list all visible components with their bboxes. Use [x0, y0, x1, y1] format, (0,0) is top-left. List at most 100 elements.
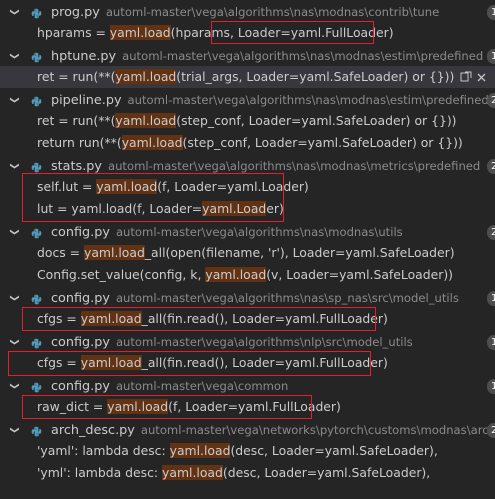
match-count-badge: 2: [487, 93, 495, 108]
chevron-down-icon[interactable]: ❯: [4, 294, 24, 302]
result-file-row[interactable]: ❯ pipeline.py automl-master\vega\algorithm…: [0, 90, 495, 110]
match-prefix: Config.set_value(config, k,: [37, 267, 206, 282]
match-prefix: ret = run(**(: [37, 69, 116, 84]
match-highlight: yaml.load: [205, 267, 267, 282]
file-name-text: config.py: [51, 379, 110, 394]
match-suffix: (step_conf, Loader=yaml.SafeLoader) or {…: [182, 135, 463, 150]
file-name: config.py automl-master\vega\algorithms\n…: [51, 288, 459, 308]
match-suffix: (f, Loader=yaml.Loader): [157, 179, 309, 194]
result-file-row[interactable]: ❯ config.py automl-master\vega\algorithms\…: [0, 222, 495, 242]
file-name: config.py automl-master\vega\common: [51, 376, 288, 396]
chevron-down-icon[interactable]: ❯: [4, 96, 24, 104]
match-line[interactable]: cfgs = yaml.load_all(fin.read(), Loader=…: [0, 308, 495, 330]
match-prefix: 'yaml': lambda desc:: [37, 443, 170, 458]
match-text: lut = yaml.load(f, Loader=yaml.Loader): [37, 198, 284, 220]
dismiss-icon[interactable]: [476, 72, 487, 83]
match-text: Config.set_value(config, k, yaml.load(v,…: [37, 264, 453, 286]
file-name-text: config.py: [51, 225, 110, 240]
match-suffix: _all(open(filename, 'r'), Loader=yaml.Sa…: [144, 245, 455, 260]
result-file-row[interactable]: ❯ config.py automl-master\vega\algorithms\…: [0, 332, 495, 352]
python-file-icon: [31, 51, 42, 63]
chevron-down-icon[interactable]: ❯: [4, 228, 24, 236]
match-suffix: (hparams, Loader=yaml.FullLoader): [170, 25, 394, 40]
match-highlight: yaml.load: [115, 69, 177, 84]
python-file-icon: [31, 337, 42, 349]
match-prefix: raw_dict =: [37, 399, 108, 414]
match-count-badge: 2: [487, 423, 495, 438]
match-line[interactable]: self.lut = yaml.load(f, Loader=yaml.Load…: [0, 176, 495, 198]
match-text: return run(**(yaml.load(step_conf, Loade…: [37, 132, 463, 154]
result-file-row[interactable]: ❯ config.py automl-master\vega\algorithms\…: [0, 288, 495, 308]
result-file-row[interactable]: ❯ prog.py automl-master\vega\algorithms\na…: [0, 2, 495, 22]
match-prefix: hparams =: [37, 25, 110, 40]
match-line[interactable]: Config.set_value(config, k, yaml.load(v,…: [0, 264, 495, 286]
match-prefix: lut = yaml.load(f, Loader=: [37, 201, 203, 216]
result-file-row[interactable]: ❯ arch_desc.py automl-master\vega\networks…: [0, 420, 495, 440]
match-prefix: 'yml': lambda desc:: [37, 465, 163, 480]
match-line[interactable]: raw_dict = yaml.load(f, Loader=yaml.Full…: [0, 396, 495, 418]
match-line[interactable]: hparams = yaml.load(hparams, Loader=yaml…: [0, 22, 495, 44]
match-suffix: (f, Loader=yaml.FullLoader): [168, 399, 341, 414]
file-path: automl-master\vega\common: [115, 379, 289, 393]
file-path: automl-master\vega\algorithms\nas\modnas…: [122, 49, 484, 63]
chevron-down-icon[interactable]: ❯: [4, 162, 24, 170]
match-highlight: yaml.load: [169, 443, 231, 458]
python-file-icon: [31, 293, 42, 305]
match-text: hparams = yaml.load(hparams, Loader=yaml…: [37, 22, 394, 44]
match-prefix: ret = run(**(: [37, 113, 116, 128]
match-text: docs = yaml.load_all(open(filename, 'r')…: [37, 242, 455, 264]
file-path: automl-master\vega\algorithms\nas\sp_nas…: [115, 291, 459, 305]
match-text: cfgs = yaml.load_all(fin.read(), Loader=…: [37, 308, 388, 330]
match-line[interactable]: ret = run(**(yaml.load(step_conf, Loader…: [0, 110, 495, 132]
match-text: ret = run(**(yaml.load(step_conf, Loader…: [37, 110, 457, 132]
python-file-icon: [31, 381, 42, 393]
file-name-text: config.py: [51, 291, 110, 306]
match-highlight: yaml.load: [80, 311, 142, 326]
match-text: self.lut = yaml.load(f, Loader=yaml.Load…: [37, 176, 309, 198]
match-suffix: (v, Loader=yaml.SafeLoader)): [266, 267, 454, 282]
match-prefix: cfgs =: [37, 355, 81, 370]
match-line[interactable]: lut = yaml.load(f, Loader=yaml.Loader): [0, 198, 495, 220]
file-name: arch_desc.py automl-master\vega\networks\…: [51, 420, 495, 440]
file-path: automl-master\vega\algorithms\nas\modnas…: [127, 93, 489, 107]
match-text: ret = run(**(yaml.load(trial_args, Loade…: [37, 66, 454, 88]
match-line[interactable]: ret = run(**(yaml.load(trial_args, Loade…: [0, 66, 495, 88]
match-line[interactable]: cfgs = yaml.load_all(fin.read(), Loader=…: [0, 352, 495, 374]
match-line[interactable]: docs = yaml.load_all(open(filename, 'r')…: [0, 242, 495, 264]
match-highlight: yaml.load: [121, 135, 183, 150]
match-suffix: _all(fin.read(), Loader=yaml.FullLoader): [141, 311, 388, 326]
match-suffix: _all(fin.read(), Loader=yaml.FullLoader): [141, 355, 388, 370]
file-path: automl-master\vega\algorithms\nas\modnas…: [115, 225, 403, 239]
match-text: raw_dict = yaml.load(f, Loader=yaml.Full…: [37, 396, 341, 418]
replace-icon[interactable]: [460, 71, 472, 83]
match-prefix: self.lut =: [37, 179, 97, 194]
match-line[interactable]: 'yml': lambda desc: yaml.load(desc, Load…: [0, 462, 495, 484]
chevron-down-icon[interactable]: ❯: [4, 426, 24, 434]
match-suffix: (step_conf, Loader=yaml.SafeLoader) or {…: [176, 113, 457, 128]
result-file-row[interactable]: ❯ stats.py automl-master\vega\algorithms\n…: [0, 156, 495, 176]
chevron-down-icon[interactable]: ❯: [4, 52, 24, 60]
file-name: prog.py automl-master\vega\algorithms\nas…: [51, 2, 439, 22]
match-count-badge: 1: [487, 49, 495, 64]
match-prefix: return run(**(: [37, 135, 122, 150]
match-text: 'yaml': lambda desc: yaml.load(desc, Loa…: [37, 440, 438, 462]
file-path: automl-master\vega\networks\pytorch\cust…: [140, 423, 495, 437]
chevron-down-icon[interactable]: ❯: [4, 8, 24, 16]
result-file-row[interactable]: ❯ config.py automl-master\vega\common 1: [0, 376, 495, 396]
result-file-row[interactable]: ❯ hptune.py automl-master\vega\algorithms\…: [0, 46, 495, 66]
match-suffix: (desc, Loader=yaml.SafeLoader),: [222, 465, 431, 480]
file-name-text: arch_desc.py: [51, 423, 135, 438]
match-line[interactable]: return run(**(yaml.load(step_conf, Loade…: [0, 132, 495, 154]
file-name: pipeline.py automl-master\vega\algorithms…: [51, 90, 489, 110]
file-path: automl-master\vega\algorithms\nlp\src\mo…: [115, 335, 413, 349]
file-name-text: prog.py: [51, 5, 100, 20]
file-name: config.py automl-master\vega\algorithms\n…: [51, 222, 403, 242]
python-file-icon: [31, 161, 42, 173]
file-path: automl-master\vega\algorithms\nas\modnas…: [105, 5, 440, 19]
chevron-down-icon[interactable]: ❯: [4, 382, 24, 390]
match-line[interactable]: 'yaml': lambda desc: yaml.load(desc, Loa…: [0, 440, 495, 462]
match-highlight: yaml.Load: [202, 201, 267, 216]
match-count-badge: 1: [487, 291, 495, 306]
file-name: hptune.py automl-master\vega\algorithms\n…: [51, 46, 483, 66]
chevron-down-icon[interactable]: ❯: [4, 338, 24, 346]
